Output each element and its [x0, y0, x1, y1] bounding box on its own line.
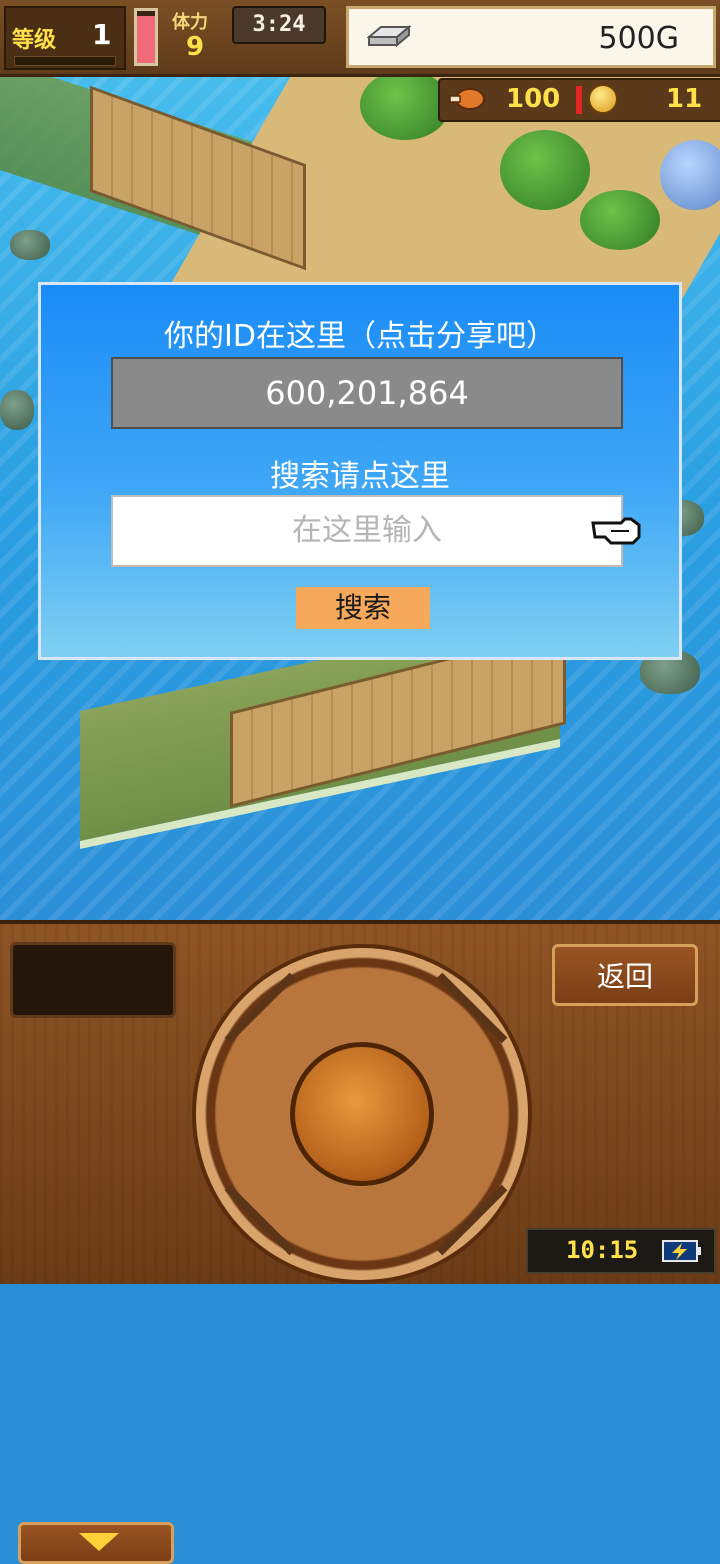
- search-prompt: 搜索请点这里: [270, 459, 450, 494]
- search-input[interactable]: 在这里输入: [111, 495, 623, 567]
- dpad-divider: [436, 1184, 508, 1256]
- search-button[interactable]: 搜索: [296, 587, 430, 629]
- hp-gauge-fill: [137, 16, 155, 63]
- stamina-label: 体力: [172, 12, 208, 33]
- dpad-divider: [224, 1184, 296, 1256]
- level-label: 等级: [12, 28, 57, 53]
- player-id-share-button[interactable]: 600,201,864: [111, 357, 623, 429]
- resource-bar: 100 11: [438, 78, 720, 122]
- dialog-title: 你的ID在这里（点击分享吧）: [164, 319, 556, 354]
- food-amount: 100: [506, 84, 561, 114]
- dpad-divider: [436, 972, 508, 1044]
- gold-amount: 500G: [598, 21, 679, 56]
- info-screen: [10, 942, 176, 1018]
- hp-gauge: [134, 8, 158, 66]
- rock: [10, 230, 50, 260]
- level-value: 1: [92, 18, 112, 51]
- level-progress-bar: [14, 56, 116, 66]
- game-clock: 3:24: [232, 6, 326, 44]
- system-clock: 10:15: [526, 1228, 716, 1274]
- friend-search-dialog: 你的ID在这里（点击分享吧） 600,201,864 搜索请点这里 在这里输入 …: [38, 282, 682, 660]
- pointing-hand-icon: [591, 517, 641, 545]
- stamina-value: 9: [186, 32, 205, 62]
- rock: [0, 390, 34, 430]
- level-indicator: 等级 1: [4, 6, 126, 70]
- battery-charging-icon: [662, 1240, 701, 1262]
- system-time: 10:15: [566, 1236, 639, 1264]
- coin-amount: 11: [666, 84, 703, 114]
- bush: [500, 130, 590, 210]
- dpad-divider: [224, 972, 296, 1044]
- top-hud: 等级 1 体力 9 3:24 500G: [0, 0, 720, 77]
- dpad-center-button[interactable]: [290, 1042, 434, 1186]
- silver-bar-icon: [367, 24, 411, 48]
- back-button[interactable]: 返回: [552, 944, 698, 1006]
- divider: [576, 86, 582, 114]
- coin-icon: [588, 84, 618, 114]
- direction-pad[interactable]: [192, 944, 532, 1284]
- bush: [360, 70, 450, 140]
- arrow-down-icon: [79, 1533, 119, 1551]
- menu-toggle-button[interactable]: [18, 1522, 174, 1564]
- bush: [580, 190, 660, 250]
- gold-panel: 500G: [346, 6, 716, 68]
- meat-icon: [449, 88, 485, 110]
